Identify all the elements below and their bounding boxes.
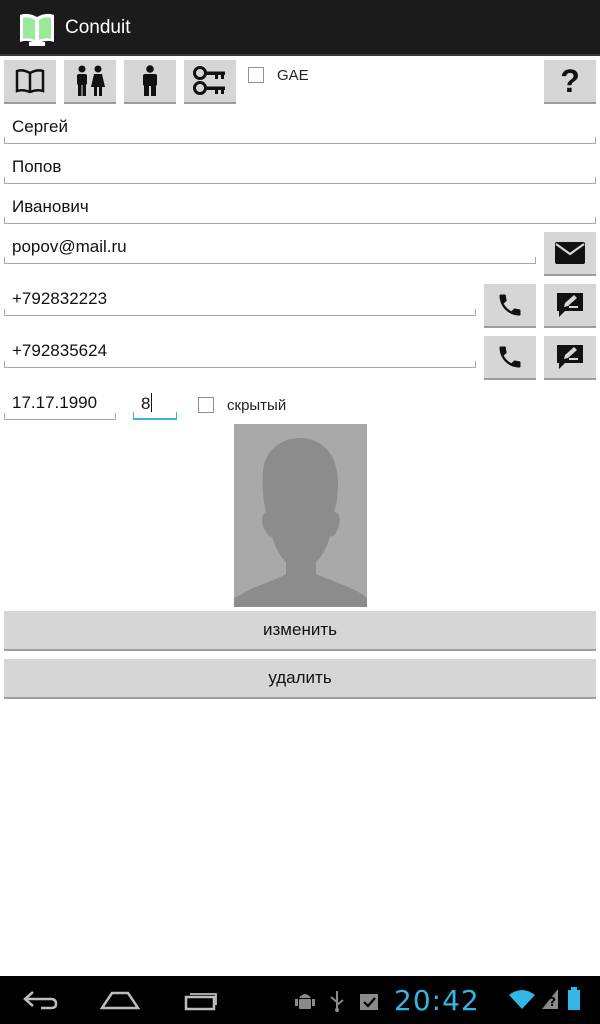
first-name-value: Сергей (12, 117, 68, 136)
keys-icon (193, 66, 225, 95)
envelope-icon (555, 242, 585, 264)
person-button[interactable] (124, 60, 176, 104)
birth-date-value: 17.17.1990 (12, 393, 98, 412)
call-phone2-button[interactable] (484, 336, 536, 380)
back-button[interactable] (10, 986, 70, 1014)
couple-button[interactable] (64, 60, 116, 104)
person-silhouette-icon (234, 438, 367, 607)
gae-label: GAE (277, 67, 309, 84)
number-value: 8 (141, 393, 153, 414)
edit-button[interactable]: изменить (4, 611, 596, 651)
call-phone1-button[interactable] (484, 284, 536, 328)
person-icon (143, 65, 157, 96)
sms-phone1-button[interactable] (544, 284, 596, 328)
usb-icon (330, 991, 344, 1012)
action-bar: Conduit (0, 0, 600, 56)
compose-message-icon (557, 345, 583, 369)
home-icon (100, 991, 140, 1010)
no-signal-icon: ? (542, 989, 558, 1009)
number-text: 8 (141, 394, 151, 413)
middle-name-value: Иванович (12, 197, 89, 216)
help-button[interactable]: ? (544, 60, 596, 104)
wifi-icon (509, 990, 535, 1009)
middle-name-field[interactable]: Иванович (4, 194, 596, 224)
birth-date-field[interactable]: 17.17.1990 (4, 390, 116, 420)
last-name-value: Попов (12, 157, 62, 176)
people-icon (77, 65, 105, 96)
home-button[interactable] (90, 986, 150, 1014)
phone-icon (499, 346, 521, 368)
send-email-button[interactable] (544, 232, 596, 276)
contact-photo[interactable] (234, 424, 367, 607)
clock: 20:42 (394, 984, 480, 1017)
compose-message-icon (557, 293, 583, 317)
phone1-field[interactable]: +792832223 (4, 286, 476, 316)
book-icon[interactable] (18, 12, 56, 46)
recent-apps-button[interactable] (170, 986, 230, 1014)
email-field[interactable]: popov@mail.ru (4, 234, 536, 264)
app-title: Conduit (65, 17, 131, 38)
keys-button[interactable] (184, 60, 236, 104)
hidden-checkbox[interactable] (198, 397, 214, 413)
book-button[interactable] (4, 60, 56, 104)
first-name-field[interactable]: Сергей (4, 114, 596, 144)
book-icon (15, 69, 45, 94)
email-value: popov@mail.ru (12, 237, 127, 256)
phone-icon (499, 294, 521, 316)
sms-phone2-button[interactable] (544, 336, 596, 380)
phone2-value: +792835624 (12, 341, 108, 360)
delete-button[interactable]: удалить (4, 659, 596, 699)
battery-icon (568, 987, 580, 1010)
system-bar: 20:42 ? (0, 976, 600, 1024)
svg-text:?: ? (549, 995, 556, 1009)
hidden-label: скрытый (227, 397, 287, 414)
android-debug-icon (295, 994, 315, 1009)
text-cursor (151, 393, 153, 412)
back-icon (23, 991, 58, 1010)
delete-button-label: удалить (268, 668, 332, 687)
recent-apps-icon (184, 993, 217, 1011)
help-icon: ? (560, 62, 580, 99)
number-field[interactable]: 8 (133, 390, 177, 420)
edit-button-label: изменить (263, 620, 337, 639)
clipboard-check-icon (360, 994, 378, 1010)
last-name-field[interactable]: Попов (4, 154, 596, 184)
gae-checkbox[interactable] (248, 67, 264, 83)
phone2-field[interactable]: +792835624 (4, 338, 476, 368)
phone1-value: +792832223 (12, 289, 108, 308)
